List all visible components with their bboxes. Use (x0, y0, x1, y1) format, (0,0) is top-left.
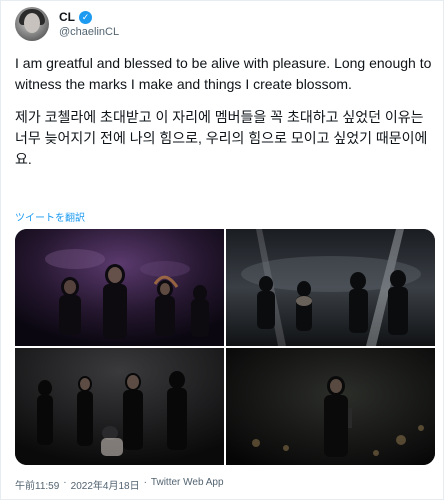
tweet-time[interactable]: 午前11:59 (15, 477, 59, 492)
tweet-text-korean: 제가 코첼라에 초대받고 이 자리에 멤버들을 꼭 초대하고 싶었던 이유는 너… (15, 109, 428, 167)
avatar[interactable] (15, 7, 49, 41)
media-photo-3[interactable] (15, 348, 224, 465)
media-grid (15, 229, 435, 465)
stage-photo-2-image (226, 229, 435, 346)
tweet-footer: 午前11:59 · 2022年4月18日 · Twitter Web App (15, 477, 224, 492)
footer-separator: · (63, 477, 67, 488)
tweet-source: Twitter Web App (150, 477, 224, 488)
media-photo-4[interactable] (226, 348, 435, 465)
author-name-row: CL ✓ (59, 10, 92, 24)
tweet-date[interactable]: 2022年4月18日 (71, 477, 140, 492)
stage-photo-1-image (15, 229, 224, 346)
translate-tweet-link[interactable]: ツイートを翻訳 (15, 209, 85, 224)
tweet-card: CL ✓ @chaelinCL I am greatful and blesse… (0, 0, 444, 500)
author-handle[interactable]: @chaelinCL (59, 26, 119, 38)
avatar-face (24, 13, 40, 33)
media-photo-1[interactable] (15, 229, 224, 346)
tweet-text: I am greatful and blessed to be alive wi… (15, 53, 435, 170)
media-photo-2[interactable] (226, 229, 435, 346)
stage-photo-4-image (226, 348, 435, 465)
verified-badge-icon: ✓ (79, 10, 92, 24)
footer-separator: · (143, 477, 147, 488)
author-display-name[interactable]: CL (59, 10, 75, 24)
tweet-text-english: I am greatful and blessed to be alive wi… (15, 55, 432, 92)
stage-photo-3-image (15, 348, 224, 465)
